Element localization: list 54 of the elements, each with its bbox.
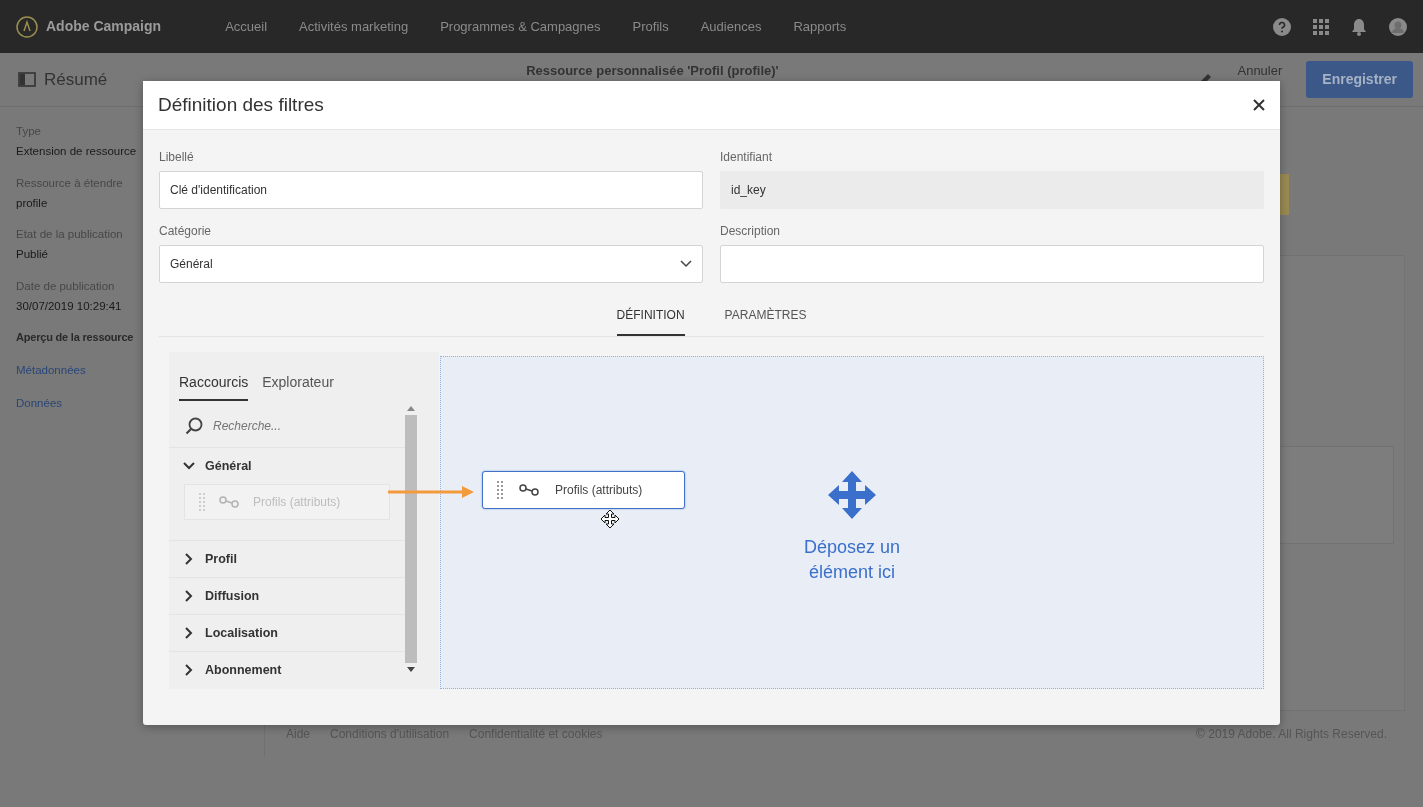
field-label: Libellé (159, 149, 195, 166)
apps-grid-icon[interactable] (1313, 18, 1329, 35)
drag-handle-icon (199, 493, 205, 511)
drop-zone[interactable]: Profils (attributs) Déposez un élément ici (440, 356, 1264, 689)
search-field[interactable]: Recherche... (211, 416, 361, 436)
tab[interactable]: PARAMÈTRES (724, 296, 807, 336)
tab[interactable]: DÉFINITION (616, 296, 685, 336)
search-icon (185, 417, 203, 435)
field-label: Catégorie (159, 223, 213, 240)
field-value: Extension de ressource (16, 144, 137, 160)
dragged-item[interactable]: Profils (attributs) (482, 471, 685, 509)
save-button[interactable]: Enregistrer (1306, 61, 1413, 98)
scroll-up-icon[interactable] (407, 405, 415, 411)
sidebar-link[interactable]: Données (16, 394, 63, 412)
app-name: Adobe Campaign (46, 17, 162, 36)
field-label: Identifiant (720, 149, 774, 166)
input-field[interactable]: Clé d'identification (159, 171, 703, 209)
bell-icon[interactable] (1351, 17, 1367, 36)
chevron-down-icon (680, 260, 692, 268)
move-cursor-icon (601, 510, 619, 528)
tree-group[interactable]: Abonnement (169, 651, 405, 688)
move-icon (828, 471, 876, 520)
input-field[interactable] (720, 245, 1264, 283)
nav-link[interactable]: Audiences (684, 16, 778, 37)
logo-icon (16, 15, 38, 38)
scroll-down-icon[interactable] (407, 667, 415, 673)
field-value: Publié (16, 247, 48, 263)
help-icon[interactable] (1273, 17, 1291, 36)
readonly-field: id_key (720, 171, 1264, 209)
nav-link[interactable]: Activités marketing (283, 16, 425, 37)
sidebar-link[interactable]: Métadonnées (16, 361, 86, 379)
field-value: 30/07/2019 10:29:41 (16, 298, 122, 314)
resource-title[interactable]: Ressource personnalisée 'Profil (profile)' (526, 61, 779, 81)
tab[interactable]: Explorateur (262, 352, 334, 401)
close-icon[interactable] (1253, 99, 1265, 111)
drop-hint: Déposez un élément ici (802, 536, 902, 584)
nav-link[interactable]: Rapports (777, 16, 863, 37)
drag-handle-icon (497, 481, 503, 499)
nav-link[interactable]: Programmes & Campagnes (424, 16, 617, 37)
section-heading: Aperçu de la ressource (16, 330, 134, 345)
field-value: profile (16, 195, 48, 211)
nav-link[interactable]: Profils (616, 16, 685, 37)
link-icon (219, 496, 239, 508)
cancel-link[interactable]: Annuler (1237, 61, 1283, 81)
nav-link[interactable]: Accueil (209, 16, 284, 37)
sidebar-icon[interactable] (18, 72, 36, 87)
scrollbar-thumb[interactable] (405, 415, 417, 663)
link-icon (519, 484, 539, 496)
category-select[interactable]: Général (159, 245, 703, 283)
tab[interactable]: Raccourcis (179, 352, 249, 401)
field-label: Description (720, 223, 782, 240)
dialog-title: Définition des filtres (158, 92, 324, 117)
page-title: Résumé (44, 68, 108, 91)
avatar-icon[interactable] (1389, 17, 1407, 36)
